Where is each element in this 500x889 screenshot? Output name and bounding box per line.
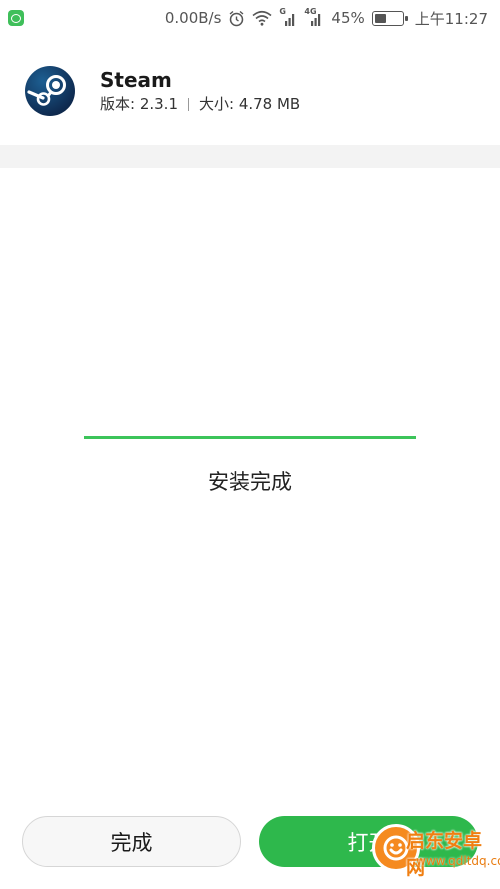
app-info: Steam 版本: 2.3.1 大小: 4.78 MB [100, 67, 300, 115]
app-version: 版本: 2.3.1 [100, 95, 178, 113]
section-divider [0, 145, 500, 168]
network-speed: 0.00B/s [164, 9, 222, 27]
watermark-url: www.qdltdq.com [416, 854, 500, 868]
status-right: 0.00B/s G 4G 45% 上午11:27 [164, 7, 488, 29]
notification-app-icon [8, 10, 24, 26]
app-size: 大小: 4.78 MB [199, 95, 301, 113]
app-header: Steam 版本: 2.3.1 大小: 4.78 MB [0, 54, 500, 128]
done-button[interactable]: 完成 [22, 816, 241, 867]
clock: 上午11:27 [414, 9, 488, 28]
wifi-icon [252, 10, 272, 26]
meta-divider [188, 97, 189, 111]
battery-percent: 45% [331, 9, 365, 27]
install-status-text: 安装完成 [208, 470, 292, 494]
install-progress-bar [84, 436, 416, 439]
app-name: Steam [100, 68, 172, 92]
steam-logo-icon [25, 66, 75, 116]
battery-fill [374, 13, 387, 23]
screen: 0.00B/s G 4G 45% 上午11:27 Steam 版本: 2.3.1… [0, 0, 500, 889]
signal-icon-1: G [279, 7, 297, 27]
alarm-icon [229, 10, 244, 26]
install-progress-fill [84, 436, 416, 439]
watermark: 启东安卓网 www.qdltdq.com [372, 824, 500, 889]
status-bar: 0.00B/s G 4G 45% 上午11:27 [0, 0, 500, 36]
battery-icon [371, 10, 408, 26]
signal-icon-2: 4G [304, 7, 324, 27]
app-meta: 版本: 2.3.1 大小: 4.78 MB [100, 93, 300, 115]
watermark-name: 启东安卓网 [406, 830, 483, 879]
